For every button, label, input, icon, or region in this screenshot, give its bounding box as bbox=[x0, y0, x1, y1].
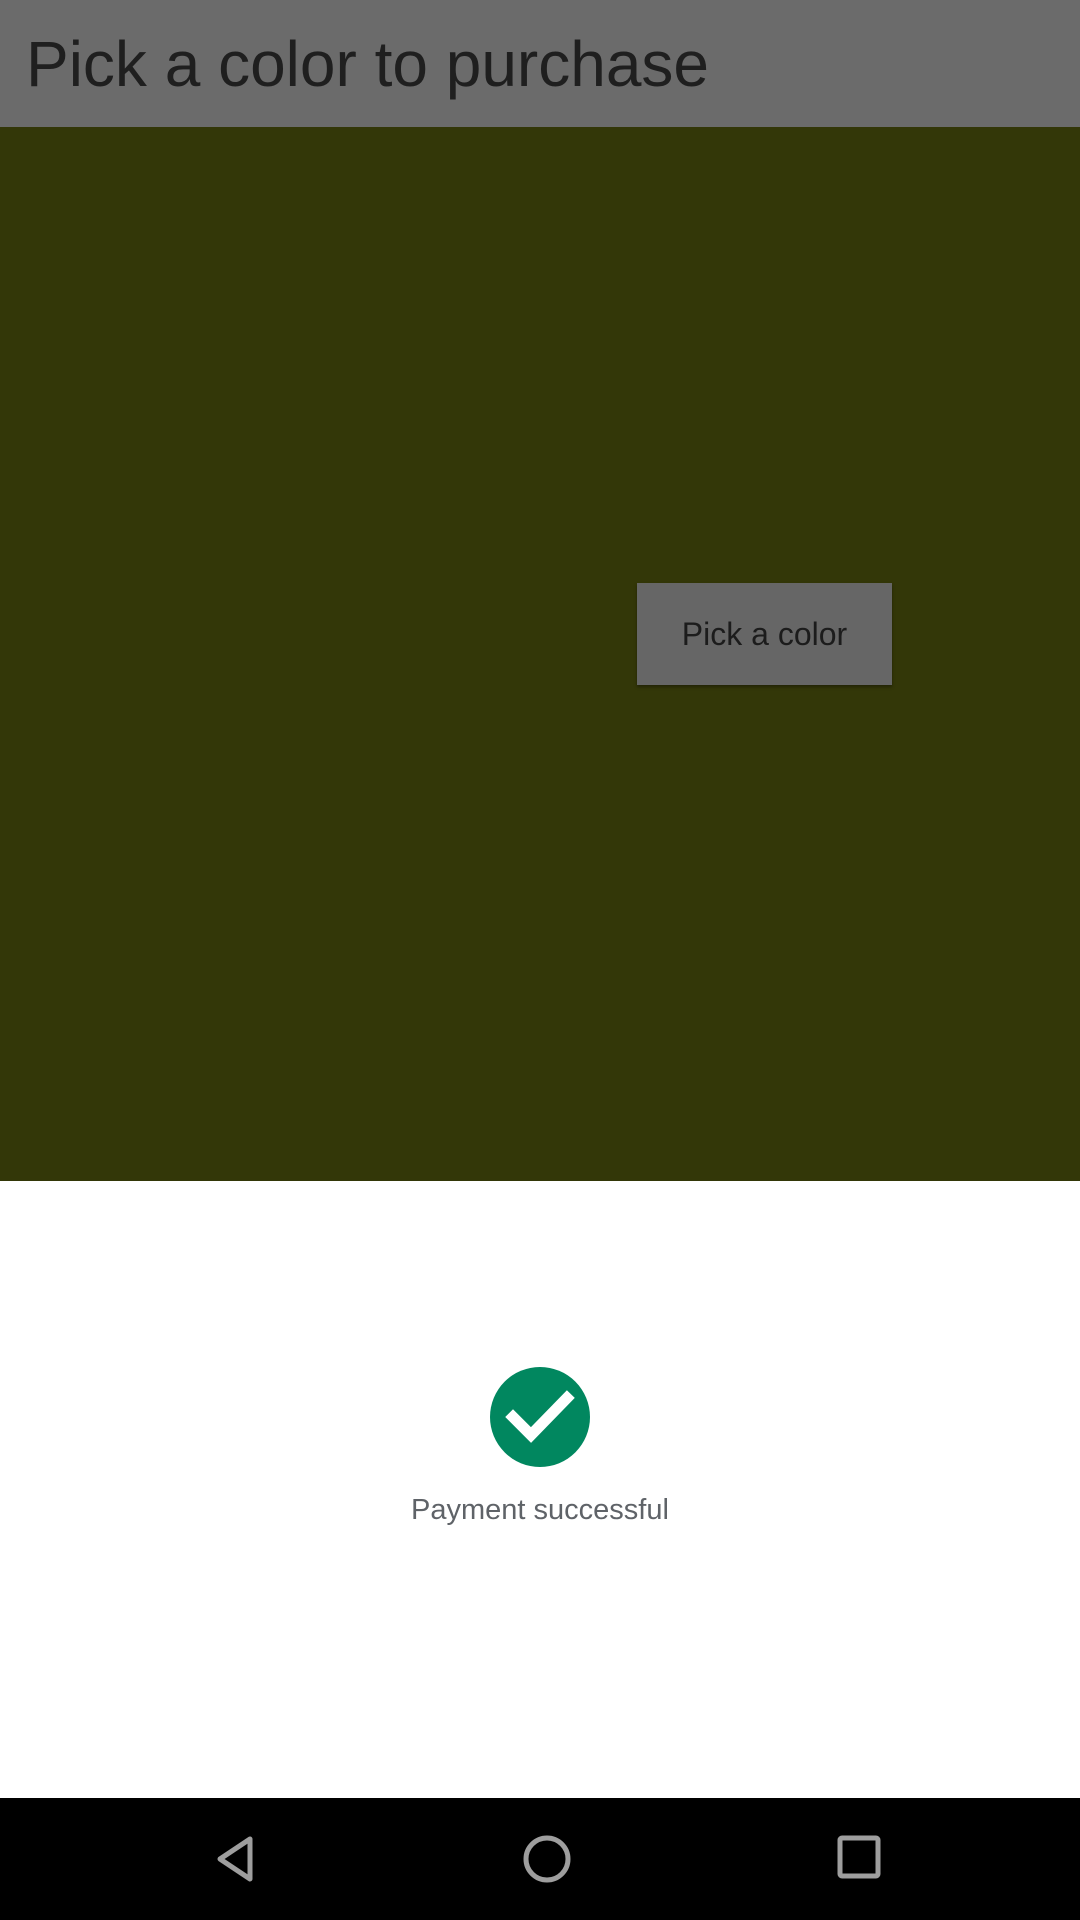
system-navigation-bar bbox=[0, 1798, 1080, 1920]
back-button[interactable] bbox=[148, 1798, 328, 1920]
payment-bottom-sheet: Payment successful bbox=[0, 1181, 1080, 1798]
home-button[interactable] bbox=[457, 1798, 637, 1920]
pick-color-button[interactable]: Pick a color bbox=[637, 583, 892, 685]
page-title: Pick a color to purchase bbox=[26, 28, 709, 100]
recents-square-icon bbox=[837, 1835, 881, 1879]
payment-status-text: Payment successful bbox=[411, 1494, 669, 1526]
app-bar: Pick a color to purchase bbox=[0, 0, 1080, 127]
back-triangle-icon bbox=[217, 1836, 253, 1882]
recents-button[interactable] bbox=[769, 1798, 949, 1920]
screen: Pick a color to purchase Pick a color Pa… bbox=[0, 0, 1080, 1920]
check-circle-icon bbox=[490, 1367, 590, 1467]
home-circle-icon bbox=[523, 1835, 571, 1883]
color-preview-area: Pick a color bbox=[0, 127, 1080, 1181]
